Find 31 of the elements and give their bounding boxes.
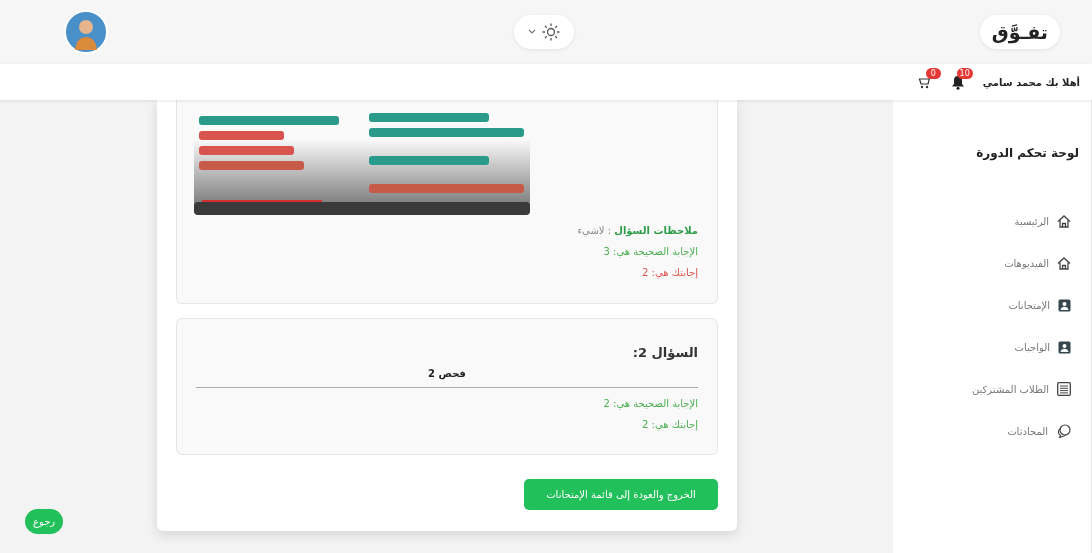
sidebar-item[interactable]: الإمتحانات xyxy=(893,284,1079,326)
sidebar-item[interactable]: المحادثات xyxy=(893,410,1079,452)
contact-card-icon xyxy=(1058,340,1071,354)
logo[interactable]: تفـوَّق xyxy=(979,15,1060,49)
list-icon xyxy=(1057,382,1071,396)
chevron-down-icon xyxy=(527,29,536,35)
cart-badge: 0 xyxy=(925,68,941,79)
correct-answer: الإجابة الصحيحة هي: 3 xyxy=(602,246,698,257)
your-answer: إجابتك هي: 2 xyxy=(641,419,698,430)
sun-icon xyxy=(541,23,560,41)
correct-answer: الإجابة الصحيحة هي: 2 xyxy=(602,398,698,409)
question-title: السؤال 2: xyxy=(631,345,698,360)
cart-icon[interactable] xyxy=(917,75,933,89)
sidebar-item[interactable]: الفيديوهات xyxy=(893,242,1079,284)
question-text: فحص 2 xyxy=(427,368,467,379)
sidebar-title: لوحة تحكم الدورة xyxy=(975,146,1079,160)
home-icon xyxy=(1057,214,1071,228)
sidebar-item[interactable]: الطلاب المشتركين xyxy=(893,368,1079,410)
home-icon xyxy=(1057,256,1071,270)
sidebar-item[interactable]: الواجبات xyxy=(893,326,1079,368)
contact-card-icon xyxy=(1058,298,1071,312)
notification-badge: 10 xyxy=(956,67,973,79)
your-answer: إجابتك هي: 2 xyxy=(641,267,698,278)
avatar-icon[interactable] xyxy=(64,10,108,54)
theme-switcher[interactable] xyxy=(513,15,574,49)
chat-icon xyxy=(1056,424,1071,438)
greeting: أهلا بك محمد سامي xyxy=(982,76,1080,88)
sidebar-item[interactable]: الرئيسية xyxy=(893,200,1079,242)
notes-value: : لاشيء xyxy=(577,225,612,236)
bell-icon[interactable] xyxy=(950,74,965,90)
notes-label: ملاحظات السؤال xyxy=(614,225,698,236)
